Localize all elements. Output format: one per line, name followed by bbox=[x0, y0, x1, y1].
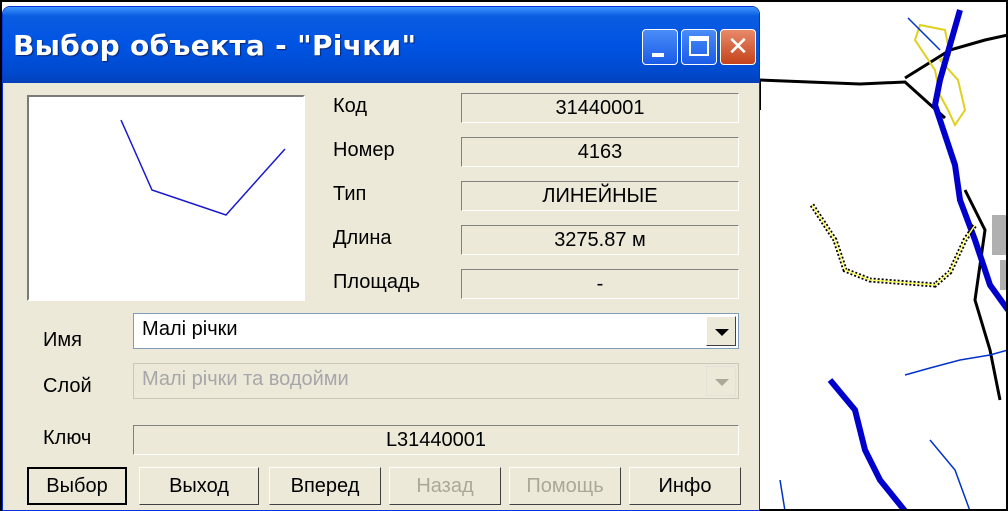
length-label: Длина bbox=[333, 227, 392, 249]
code-value: 31440001 bbox=[461, 93, 739, 123]
name-select-dropdown-button[interactable] bbox=[706, 316, 736, 346]
preview-shape bbox=[120, 119, 286, 216]
map-river-main bbox=[827, 378, 908, 511]
chevron-down-icon bbox=[715, 329, 729, 336]
exit-button[interactable]: Выход bbox=[139, 467, 259, 505]
back-button: Назад bbox=[389, 467, 501, 505]
key-label: Ключ bbox=[43, 427, 92, 449]
maximize-button[interactable] bbox=[681, 29, 717, 65]
code-label: Код bbox=[333, 95, 368, 117]
info-button[interactable]: Инфо bbox=[629, 467, 741, 505]
layer-select-value: Малі річки та водойми bbox=[142, 368, 349, 390]
map-building bbox=[1000, 260, 1008, 290]
length-value: 3275.87 м bbox=[461, 225, 739, 255]
name-select-value: Малі річки bbox=[142, 318, 238, 340]
area-value: - bbox=[461, 269, 739, 299]
layer-select-dropdown-button bbox=[706, 366, 736, 396]
number-value: 4163 bbox=[461, 137, 739, 167]
map-boundary-line bbox=[759, 78, 947, 120]
map-boundary-line bbox=[904, 33, 1008, 80]
minimize-icon bbox=[652, 53, 664, 57]
layer-label: Слой bbox=[43, 375, 92, 397]
number-label: Номер bbox=[333, 139, 395, 161]
area-label: Площадь bbox=[333, 271, 421, 293]
layer-select: Малі річки та водойми bbox=[133, 363, 739, 399]
preview-river-line bbox=[120, 119, 286, 216]
type-label: Тип bbox=[333, 183, 367, 205]
maximize-icon bbox=[689, 36, 709, 56]
key-value: L31440001 bbox=[133, 425, 739, 455]
window-title: Выбор объекта - "Річки" bbox=[13, 29, 417, 62]
name-label: Имя bbox=[43, 329, 82, 351]
map-river-main bbox=[931, 9, 1008, 312]
map-stream bbox=[779, 479, 786, 511]
chevron-down-icon bbox=[715, 379, 729, 386]
type-value: ЛИНЕЙНЫЕ bbox=[461, 181, 739, 211]
map-stream bbox=[907, 17, 941, 51]
minimize-button[interactable] bbox=[642, 29, 678, 65]
close-button[interactable]: ✕ bbox=[720, 29, 756, 65]
map-building bbox=[992, 215, 1008, 255]
select-object-dialog: Выбор объекта - "Річки" ✕ Код 31440001 Н… bbox=[2, 6, 760, 511]
select-button[interactable]: Выбор bbox=[27, 467, 127, 505]
help-button: Помощь bbox=[509, 467, 621, 505]
name-select[interactable]: Малі річки bbox=[133, 313, 739, 349]
forward-button[interactable]: Вперед bbox=[269, 467, 381, 505]
title-bar[interactable]: Выбор объекта - "Річки" ✕ bbox=[3, 7, 759, 83]
object-preview bbox=[27, 95, 305, 301]
close-icon: ✕ bbox=[727, 32, 749, 62]
map-stream bbox=[929, 439, 971, 511]
